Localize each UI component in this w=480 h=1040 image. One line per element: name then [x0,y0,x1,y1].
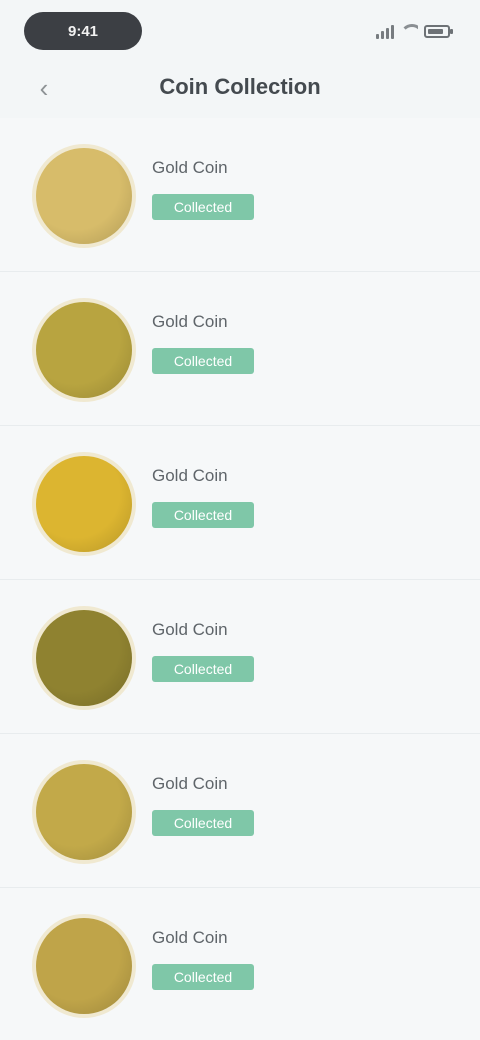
status-badge: Collected [152,348,254,374]
coin-icon [36,918,132,1014]
list-item[interactable]: Gold Coin Collected [0,888,480,1040]
item-name: Gold Coin [152,928,228,947]
list-item[interactable]: Gold Coin Collected [0,580,480,734]
item-name: Gold Coin [152,620,228,639]
coin-icon [36,302,132,398]
coin-icon [36,610,132,706]
coin-list: Gold Coin Collected Gold Coin Collected … [0,118,480,1040]
wifi-icon [400,24,418,38]
item-name: Gold Coin [152,774,228,793]
status-icons [376,20,453,42]
list-item[interactable]: Gold Coin Collected [0,272,480,426]
list-item[interactable]: Gold Coin Collected [0,426,480,580]
coin-icon [36,456,132,552]
item-name: Gold Coin [152,466,228,485]
status-badge: Collected [152,810,254,836]
coin-icon [36,148,132,244]
battery-icon [424,24,453,38]
signal-icon [376,23,394,39]
item-name: Gold Coin [152,158,228,177]
item-name: Gold Coin [152,312,228,331]
nav-bar: ‹ Coin Collection [0,64,480,112]
page-title: Coin Collection [159,74,321,99]
status-badge: Collected [152,194,254,220]
list-item[interactable]: Gold Coin Collected [0,734,480,888]
status-time: 9:41 [67,22,99,40]
status-bar: 9:41 [0,0,480,64]
status-badge: Collected [152,656,254,682]
coin-icon [36,764,132,860]
status-badge: Collected [152,502,254,528]
status-time-pill: 9:41 [24,12,142,50]
list-item[interactable]: Gold Coin Collected [0,118,480,272]
status-badge: Collected [152,964,254,990]
